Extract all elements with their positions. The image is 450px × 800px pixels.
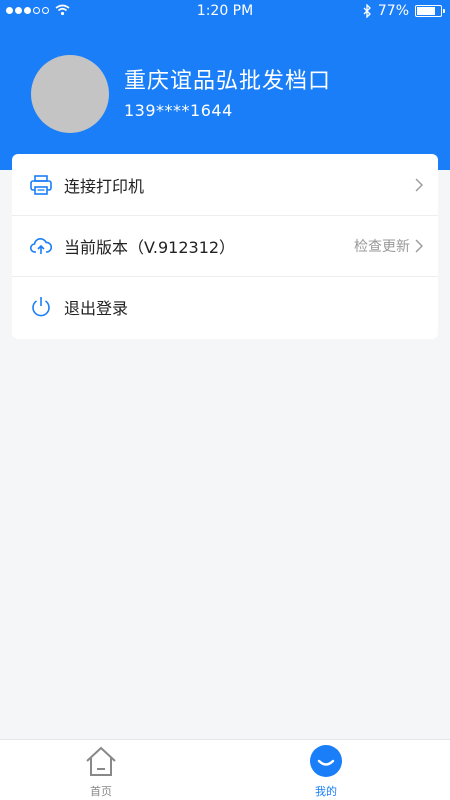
connect-printer-item[interactable]: 连接打印机 — [12, 154, 438, 215]
smile-icon — [310, 745, 342, 777]
battery-icon — [415, 5, 445, 17]
tab-home-label: 首页 — [90, 785, 112, 798]
logout-label: 退出登录 — [64, 299, 129, 318]
cloud-upload-icon — [29, 238, 53, 254]
version-label: 当前版本（V.912312） — [64, 238, 236, 257]
bluetooth-icon — [363, 4, 371, 18]
connect-printer-label: 连接打印机 — [64, 176, 145, 196]
battery-percent: 77% — [377, 3, 409, 19]
phone-number: 139****1644 — [124, 101, 233, 120]
check-update-link[interactable]: 检查更新 — [354, 236, 410, 256]
home-icon — [86, 746, 116, 776]
tab-mine-label: 我的 — [315, 785, 337, 798]
tab-mine[interactable]: 我的 — [296, 744, 356, 799]
status-bar: 1:20 PM 77% — [0, 0, 450, 24]
tab-home[interactable]: 首页 — [71, 744, 131, 799]
settings-menu: 连接打印机 当前版本（V.912312） 检查更新 退出登录 — [12, 154, 438, 339]
shop-name: 重庆谊品弘批发档口 — [124, 69, 332, 94]
avatar[interactable] — [31, 55, 109, 133]
chevron-right-icon — [415, 239, 423, 253]
printer-icon — [30, 174, 52, 195]
tab-bar: 首页 我的 — [0, 739, 450, 800]
version-item[interactable]: 当前版本（V.912312） 检查更新 — [12, 215, 438, 276]
logout-item[interactable]: 退出登录 — [12, 276, 438, 337]
profile-header: 1:20 PM 77% 重庆谊品弘批发档口 139****1644 — [0, 0, 450, 170]
power-icon — [32, 297, 50, 317]
chevron-right-icon — [415, 178, 423, 191]
